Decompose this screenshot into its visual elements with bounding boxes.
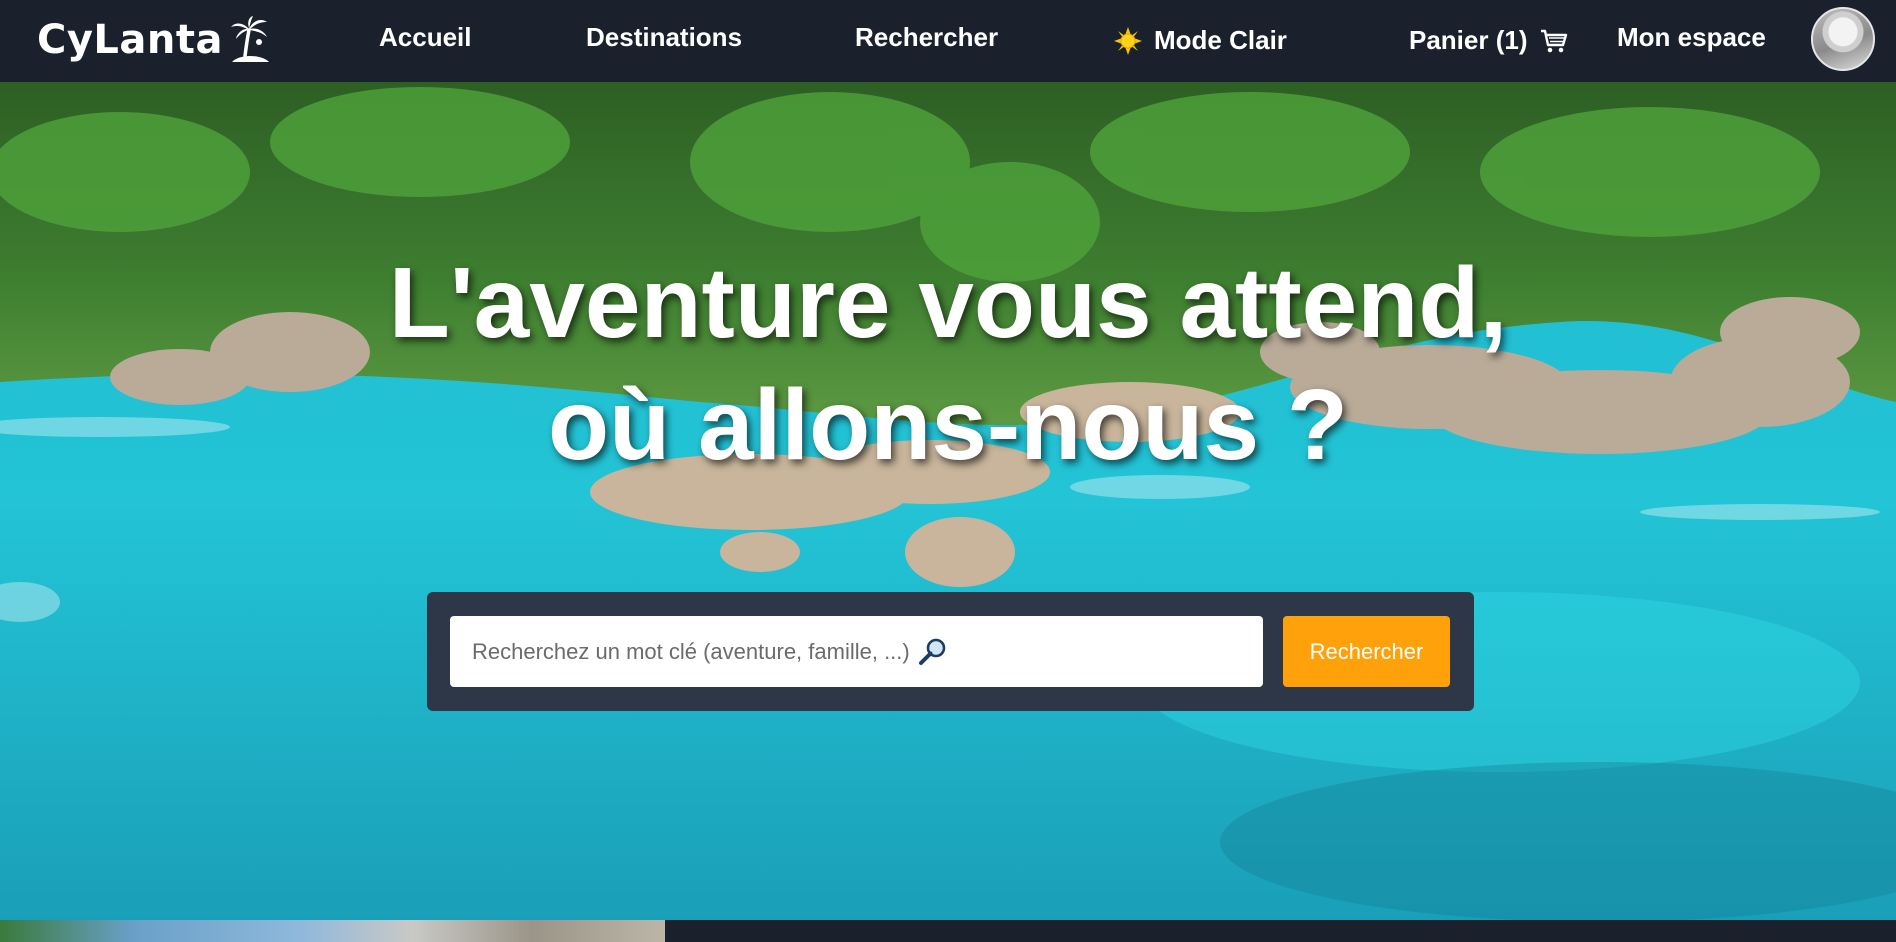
nav-panier[interactable]: Panier (1) [1409,25,1568,56]
nav-destinations[interactable]: Destinations [586,22,742,53]
hero-title-line2: où allons-nous ? [548,369,1348,481]
next-section-preview [0,920,1896,942]
search-button[interactable]: Rechercher [1283,616,1450,687]
destination-thumbnail[interactable] [0,920,665,942]
hero-title: L'aventure vous attend, où allons-nous ? [0,242,1896,486]
top-navigation-bar: CyLanta Accueil Destinations Rechercher [0,0,1896,82]
sun-icon [1114,26,1142,55]
nav-rechercher[interactable]: Rechercher [855,22,998,53]
search-panel: Recherchez un mot clé (aventure, famille… [427,592,1474,711]
panier-label: Panier (1) [1409,25,1528,55]
logo-text: CyLanta [37,17,223,63]
hero-title-line1: L'aventure vous attend, [388,247,1508,359]
mode-toggle[interactable]: Mode Clair [1114,25,1287,56]
search-input[interactable]: Recherchez un mot clé (aventure, famille… [450,616,1263,687]
search-placeholder: Recherchez un mot clé (aventure, famille… [472,638,910,664]
mode-label: Mode Clair [1154,25,1287,55]
hero-background-image [0,82,1896,920]
site-logo[interactable]: CyLanta [37,14,271,66]
magnifier-icon [918,637,948,667]
avatar[interactable] [1811,7,1875,71]
cart-icon [1540,28,1568,54]
nav-accueil[interactable]: Accueil [379,22,472,53]
hero-section: L'aventure vous attend, où allons-nous ?… [0,82,1896,920]
nav-mon-espace[interactable]: Mon espace [1617,22,1766,53]
palm-island-icon [229,16,271,64]
